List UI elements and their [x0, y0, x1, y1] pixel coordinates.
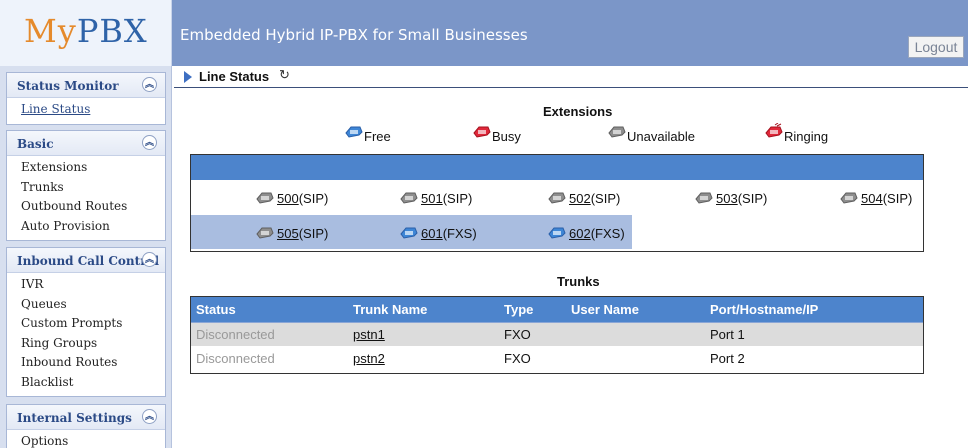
- table-row: Disconnected pstn1 FXO Port 1: [191, 322, 923, 346]
- sidebar-item-options[interactable]: Options: [7, 432, 165, 448]
- phone-unavailable-icon: [608, 126, 626, 138]
- extensions-table: 500(SIP) 501(SIP) 502(SIP) 503(SIP) 504(…: [190, 154, 924, 252]
- sidebar-item-blacklist[interactable]: Blacklist: [7, 373, 165, 393]
- trunk-name-link[interactable]: pstn1: [348, 322, 499, 346]
- phone-unavailable-icon: [695, 192, 713, 204]
- trunk-type: FXO: [504, 350, 531, 366]
- phone-free-icon: [400, 227, 418, 239]
- phone-free-icon: [345, 126, 363, 138]
- trunk-name-link[interactable]: pstn2: [348, 346, 499, 370]
- panel-title-basic[interactable]: Basic ︽: [7, 131, 165, 156]
- trunk-status: Disconnected: [196, 350, 275, 366]
- sidebar-item-auto-provision[interactable]: Auto Provision: [7, 217, 165, 237]
- panel-status-monitor: Status Monitor ︽ Line Status: [6, 72, 166, 125]
- breadcrumb: Line Status ↻: [174, 66, 968, 88]
- panel-basic: Basic ︽ Extensions Trunks Outbound Route…: [6, 130, 166, 241]
- phone-unavailable-icon: [548, 192, 566, 204]
- phone-free-icon: [548, 227, 566, 239]
- panel-title-internal-settings[interactable]: Internal Settings ︽: [7, 405, 165, 430]
- trunk-port: Port 1: [705, 322, 923, 346]
- column-header-type: Type: [499, 297, 566, 323]
- column-header-port: Port/Hostname/IP: [705, 297, 923, 323]
- column-header-user-name: User Name: [566, 297, 705, 323]
- column-header-status: Status: [191, 297, 348, 323]
- logout-button[interactable]: Logout: [908, 36, 964, 58]
- main-content: Line Status ↻ Extensions Free Busy Unava…: [174, 66, 968, 448]
- extensions-title: Extensions: [543, 104, 613, 119]
- extensions-table-header: [191, 155, 923, 180]
- collapse-icon[interactable]: ︽: [142, 252, 157, 267]
- page-title: Line Status: [199, 69, 270, 84]
- sidebar-item-line-status[interactable]: Line Status: [7, 100, 165, 120]
- trunk-port: Port 2: [710, 350, 745, 366]
- sidebar-item-custom-prompts[interactable]: Custom Prompts: [7, 314, 165, 334]
- sidebar: Status Monitor ︽ Line Status Basic ︽ Ext…: [0, 66, 172, 448]
- triangle-right-icon: [184, 71, 192, 83]
- collapse-icon[interactable]: ︽: [142, 409, 157, 424]
- trunk-user: [566, 346, 705, 370]
- sidebar-item-queues[interactable]: Queues: [7, 295, 165, 315]
- phone-unavailable-icon: [400, 192, 418, 204]
- trunk-type: FXO: [499, 322, 566, 346]
- sidebar-item-trunks[interactable]: Trunks: [7, 178, 165, 198]
- sidebar-item-outbound-routes[interactable]: Outbound Routes: [7, 197, 165, 217]
- collapse-icon[interactable]: ︽: [142, 77, 157, 92]
- phone-unavailable-icon: [256, 227, 274, 239]
- column-header-trunk-name: Trunk Name: [348, 297, 499, 323]
- phone-busy-icon: [473, 126, 491, 138]
- phone-unavailable-icon: [840, 192, 858, 204]
- trunks-title: Trunks: [557, 274, 600, 289]
- sidebar-item-inbound-routes[interactable]: Inbound Routes: [7, 353, 165, 373]
- sidebar-item-ring-groups[interactable]: Ring Groups: [7, 334, 165, 354]
- top-header: MyPBX Embedded Hybrid IP-PBX for Small B…: [0, 0, 968, 66]
- collapse-icon[interactable]: ︽: [142, 135, 157, 150]
- table-row: Disconnected pstn2 FXO Port 2: [191, 346, 923, 370]
- sidebar-item-extensions[interactable]: Extensions: [7, 158, 165, 178]
- logo-area: MyPBX: [0, 0, 172, 66]
- phone-ringing-icon: [765, 123, 783, 138]
- header-title: Embedded Hybrid IP-PBX for Small Busines…: [180, 26, 528, 44]
- trunk-status: Disconnected: [191, 322, 348, 346]
- mypbx-logo: MyPBX: [24, 12, 148, 50]
- phone-unavailable-icon: [256, 192, 274, 204]
- panel-inbound-call-control: Inbound Call Control ︽ IVR Queues Custom…: [6, 247, 166, 397]
- panel-title-status-monitor[interactable]: Status Monitor ︽: [7, 73, 165, 98]
- panel-internal-settings: Internal Settings ︽ Options: [6, 404, 166, 448]
- trunks-table: Status Trunk Name Type User Name Port/Ho…: [190, 296, 924, 374]
- trunk-user: [566, 322, 705, 346]
- trunks-table-header: Status Trunk Name Type User Name Port/Ho…: [191, 297, 923, 323]
- panel-title-inbound-call-control[interactable]: Inbound Call Control ︽: [7, 248, 165, 273]
- sidebar-item-ivr[interactable]: IVR: [7, 275, 165, 295]
- refresh-icon[interactable]: ↻: [279, 67, 290, 83]
